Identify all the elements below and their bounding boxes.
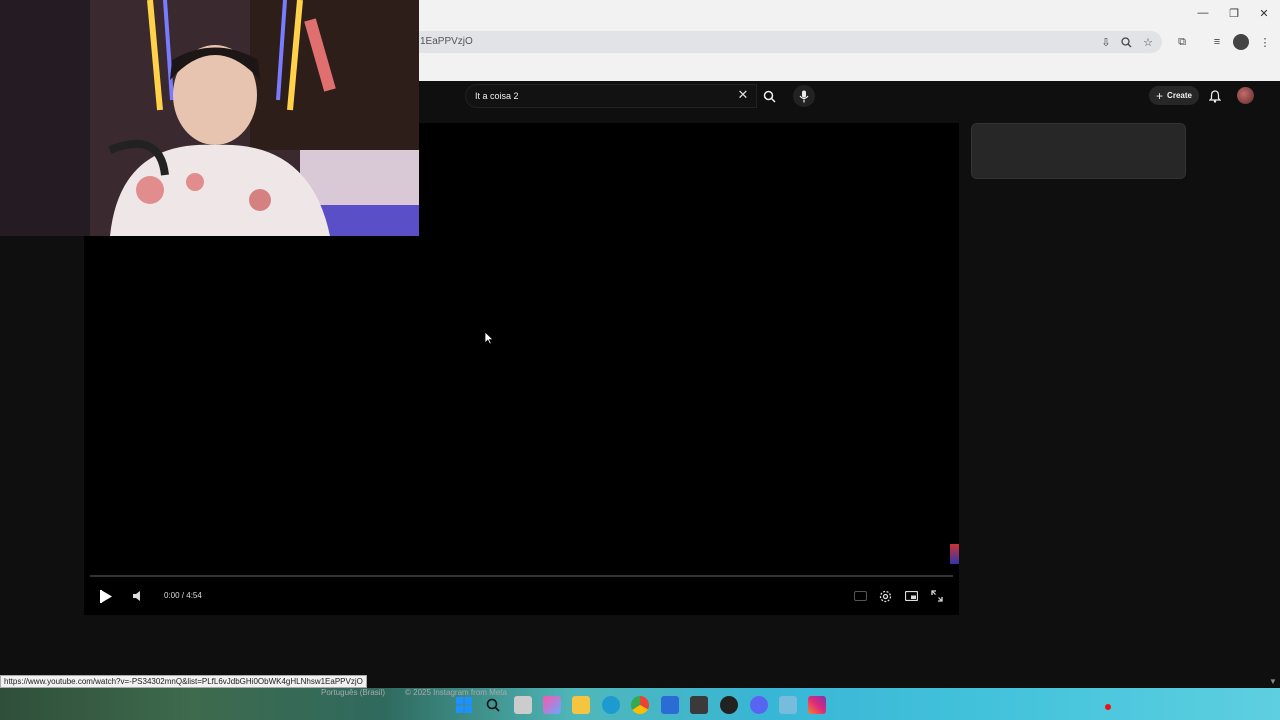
bell-icon <box>1209 89 1221 103</box>
zoom-icon[interactable] <box>1118 34 1134 50</box>
time-display: 0:00 / 4:54 <box>164 591 202 600</box>
install-icon[interactable]: ⇩ <box>1098 34 1114 50</box>
chrome-icon[interactable] <box>631 696 649 714</box>
mic-icon <box>799 90 809 102</box>
fullscreen-button[interactable] <box>929 588 945 604</box>
search-icon <box>763 90 776 103</box>
taskbar-search-icon[interactable] <box>484 696 502 714</box>
mouse-cursor-icon <box>484 331 494 345</box>
notifications-button[interactable] <box>1206 87 1224 105</box>
status-url-tooltip: https://www.youtube.com/watch?v=-PS34302… <box>0 675 367 688</box>
minimize-icon[interactable]: — <box>1190 4 1216 22</box>
captions-icon <box>853 591 867 601</box>
address-bar[interactable]: 1EaPPVzjO ⇩ ☆ <box>404 31 1162 53</box>
windows-start-icon[interactable] <box>455 696 473 714</box>
bookmark-star-icon[interactable]: ☆ <box>1140 34 1156 50</box>
search-input-value: It a coisa 2 <box>475 91 519 101</box>
sidebar-card[interactable] <box>971 123 1186 179</box>
settings-button[interactable] <box>877 588 893 604</box>
create-label: Create <box>1167 91 1192 100</box>
copilot-icon[interactable] <box>543 696 561 714</box>
windows-taskbar <box>0 688 1280 720</box>
extensions-icon[interactable]: ⧉ <box>1174 34 1190 50</box>
menu-dots-icon[interactable]: ⋮ <box>1257 34 1273 50</box>
discord-icon[interactable] <box>750 696 768 714</box>
footer-copyright: © 2025 Instagram from Meta <box>405 688 507 697</box>
play-button[interactable] <box>96 586 116 606</box>
settings-icon <box>879 590 891 602</box>
clear-search-icon[interactable]: ✕ <box>735 87 751 103</box>
play-icon <box>99 589 112 603</box>
obs-icon[interactable] <box>720 696 738 714</box>
app-icon[interactable] <box>779 696 797 714</box>
webcam-overlay <box>0 0 419 236</box>
theater-icon <box>904 591 918 601</box>
edge-icon[interactable] <box>602 696 620 714</box>
plus-icon: + <box>1156 88 1164 103</box>
file-explorer-icon[interactable] <box>572 696 590 714</box>
avatar[interactable] <box>1237 87 1254 104</box>
close-window-icon[interactable]: ✕ <box>1251 4 1277 22</box>
side-thumbnail-fragment <box>950 544 959 564</box>
media-icon[interactable]: ≡ <box>1209 34 1225 50</box>
volume-button[interactable] <box>130 588 146 604</box>
search-button[interactable] <box>758 85 780 107</box>
calculator-icon[interactable] <box>690 696 708 714</box>
fullscreen-icon <box>931 590 943 602</box>
notepad-icon[interactable] <box>661 696 679 714</box>
instagram-icon[interactable] <box>808 696 826 714</box>
scroll-down-arrow-icon[interactable]: ▼ <box>1269 677 1277 686</box>
voice-search-button[interactable] <box>793 85 815 107</box>
miniplayer-button[interactable] <box>903 588 919 604</box>
recording-indicator-icon <box>1105 704 1111 710</box>
restore-icon[interactable]: ❐ <box>1221 4 1247 22</box>
task-view-icon[interactable] <box>514 696 532 714</box>
captions-button[interactable] <box>852 588 868 604</box>
profile-icon[interactable] <box>1233 34 1249 50</box>
search-input[interactable]: It a coisa 2 <box>465 84 757 108</box>
footer-language[interactable]: Português (Brasil) <box>321 688 385 697</box>
progress-bar[interactable] <box>90 575 953 577</box>
create-button[interactable]: + Create <box>1149 86 1199 105</box>
address-text: 1EaPPVzjO <box>420 36 473 47</box>
volume-icon <box>133 591 140 601</box>
